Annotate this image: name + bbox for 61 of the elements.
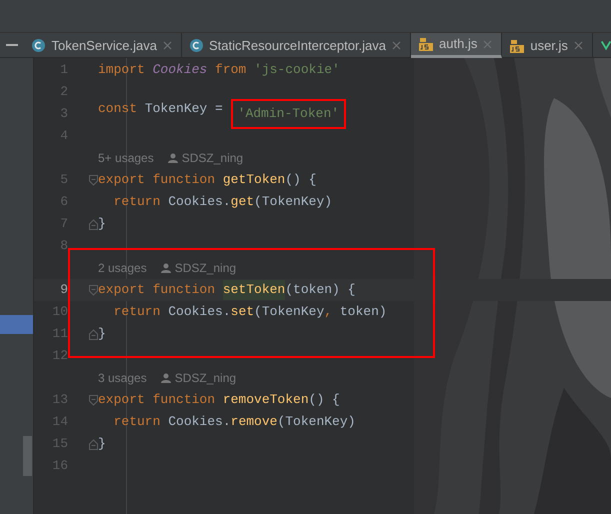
fold-icon[interactable] <box>89 218 98 230</box>
usages-hint[interactable]: 5+ usages <box>98 149 154 167</box>
close-icon[interactable] <box>483 40 494 48</box>
code-token: from <box>214 61 248 80</box>
code-token: export function <box>98 281 216 300</box>
code-token: removeToken <box>222 391 309 410</box>
close-icon[interactable] <box>574 41 584 50</box>
usages-hint[interactable]: 3 usages <box>98 369 147 387</box>
code-token: return <box>112 193 162 212</box>
person-icon <box>168 153 178 163</box>
code-token: (TokenKey) <box>254 193 332 212</box>
code-token: set <box>230 303 254 322</box>
code-token: (TokenKey) <box>277 413 356 432</box>
code-token: } <box>98 325 106 344</box>
code-token: () { <box>285 171 316 190</box>
usages-hint[interactable]: 2 usages <box>98 259 147 277</box>
editor-tab[interactable]: auth.js <box>411 33 502 58</box>
code-token: return <box>112 303 162 322</box>
fold-icon[interactable] <box>89 174 98 186</box>
close-icon[interactable] <box>392 41 402 50</box>
close-icon[interactable] <box>162 41 173 50</box>
author-name: SDSZ_ning <box>174 370 236 387</box>
code-token: 'js-cookie' <box>254 61 340 80</box>
code-token: } <box>98 215 106 234</box>
code-token: setToken <box>222 280 286 300</box>
author-name: SDSZ_ning <box>174 260 236 277</box>
fold-icon[interactable] <box>89 394 98 406</box>
code-token: return <box>112 413 162 432</box>
code-token: export function <box>98 171 216 190</box>
code-token: Cookies. <box>168 193 231 212</box>
code-token: , <box>324 303 334 322</box>
code-token: Cookies <box>152 61 208 80</box>
code-token: get <box>230 193 254 212</box>
person-icon <box>160 263 171 273</box>
fold-icon[interactable] <box>89 438 98 450</box>
code-token: export function <box>98 391 216 410</box>
scrollbar-thumb[interactable] <box>23 436 32 476</box>
code-token: (TokenKey <box>254 303 324 322</box>
class-icon <box>32 39 46 52</box>
class-icon <box>190 39 203 52</box>
fold-icon[interactable] <box>89 328 98 340</box>
line-number: 9 <box>59 281 68 300</box>
js-file-icon <box>510 38 524 52</box>
editor-tab[interactable]: TokenService.java <box>24 33 182 58</box>
code-token: import <box>98 61 146 80</box>
person-icon <box>160 373 171 383</box>
js-file-icon <box>419 37 434 51</box>
code-token: Cookies. <box>168 413 231 432</box>
code-token: () { <box>308 391 340 410</box>
fold-icon[interactable] <box>89 284 98 296</box>
code-token: token) <box>340 303 387 322</box>
code-token: getToken <box>222 171 286 190</box>
code-token: Cookies. <box>168 303 231 322</box>
code-token: remove <box>230 413 278 432</box>
chevron-icon[interactable] <box>600 39 611 51</box>
code-token: TokenKey = <box>144 100 224 118</box>
code-token: const <box>98 100 138 118</box>
author-name: SDSZ_ning <box>182 150 244 167</box>
code-token: 'Admin-Token' <box>230 99 346 129</box>
code-token: (token) { <box>285 281 356 300</box>
code-token: } <box>98 435 106 454</box>
